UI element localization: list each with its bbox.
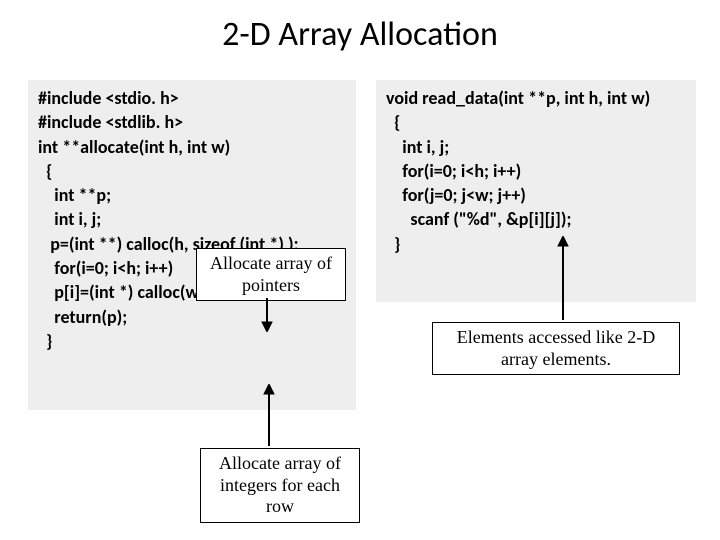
code-line: #include <stdio. h> [38, 86, 346, 110]
slide-title: 2-D Array Allocation [0, 0, 720, 65]
code-line: scanf ("%d", &p[i][j]); [386, 207, 686, 231]
code-line: void read_data(int **p, int h, int w) [386, 86, 686, 110]
code-line: } [386, 232, 686, 256]
callout-elements-accessed: Elements accessed like 2-D array element… [432, 322, 680, 375]
left-code-block: #include <stdio. h> #include <stdlib. h>… [28, 80, 356, 410]
code-line: int **allocate(int h, int w) [38, 135, 346, 159]
code-line: return(p); [38, 305, 346, 329]
code-line: for(i=0; i<h; i++) [386, 159, 686, 183]
arrow-icon [260, 298, 274, 332]
callout-allocate-integers: Allocate array of integers for each row [200, 448, 360, 523]
arrow-icon [556, 236, 570, 320]
code-line: int i, j; [386, 135, 686, 159]
code-line: int i, j; [38, 207, 346, 231]
code-line: #include <stdlib. h> [38, 110, 346, 134]
code-line: int **p; [38, 183, 346, 207]
code-line: { [386, 110, 686, 134]
code-line: } [38, 329, 346, 353]
right-code-block: void read_data(int **p, int h, int w) { … [376, 80, 696, 302]
code-line: for(j=0; j<w; j++) [386, 183, 686, 207]
callout-allocate-pointers: Allocate array of pointers [196, 248, 346, 301]
arrow-icon [262, 384, 276, 446]
code-line: { [38, 159, 346, 183]
